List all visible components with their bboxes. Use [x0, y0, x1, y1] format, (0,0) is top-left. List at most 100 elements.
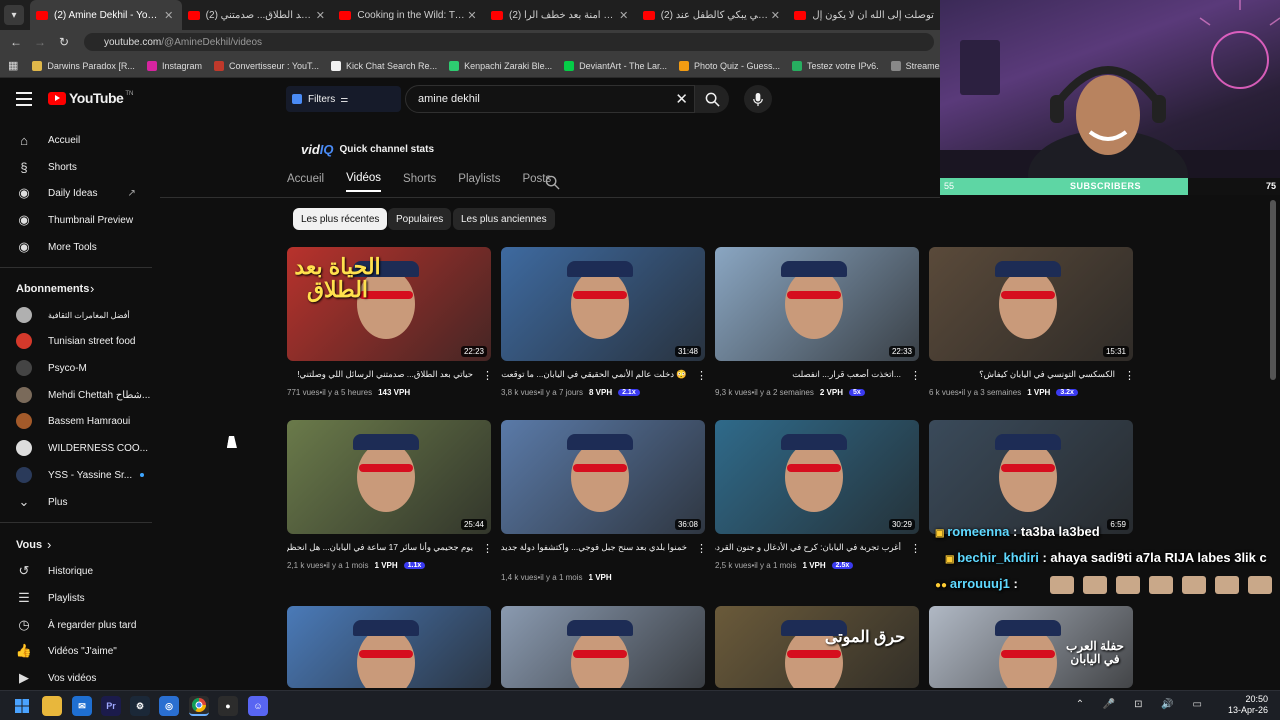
more-vert-icon[interactable]: ⋮	[482, 371, 493, 382]
close-tab-icon[interactable]: ✕	[465, 9, 479, 22]
sidebar-subscription[interactable]: WILDERNESS COO...	[16, 440, 148, 456]
tab-playlists[interactable]: Playlists	[458, 173, 500, 191]
sidebar-item-playlists[interactable]: ☰ Playlists	[16, 590, 85, 606]
bookmark-item[interactable]: Kick Chat Search Re...	[331, 60, 437, 71]
forward-icon[interactable]: →	[28, 35, 52, 49]
video-thumbnail[interactable]: 30:29	[715, 420, 919, 534]
close-tab-icon[interactable]: ✕	[768, 9, 782, 22]
browser-tab[interactable]: Cooking in the Wild: Traditiona✕	[333, 0, 485, 30]
more-vert-icon[interactable]: ⋮	[1124, 371, 1135, 382]
video-thumbnail[interactable]: 25:44	[287, 420, 491, 534]
bookmark-item[interactable]: Convertisseur : YouT...	[213, 60, 319, 71]
chrome-icon[interactable]	[189, 696, 209, 716]
apps-icon[interactable]: ▦	[8, 59, 18, 72]
search-input[interactable]: amine dekhil ✕	[405, 85, 695, 113]
sidebar-subscription[interactable]: Mehdi Chettah شطاح...	[16, 387, 150, 403]
sidebar-subscription[interactable]: Psyco-M	[16, 360, 87, 376]
bookmark-item[interactable]: Photo Quiz - Guess...	[679, 60, 780, 71]
bookmark-item[interactable]: Testez votre IPv6.	[792, 60, 879, 71]
sidebar-item-thumbnail-preview[interactable]: ◉ Thumbnail Preview	[16, 212, 133, 228]
video-title[interactable]: 😳 دخلت عالم الأنمي الحقيقي في اليابان...…	[501, 369, 687, 380]
show-more-button[interactable]: ⌄ Plus	[16, 494, 68, 510]
system-tray[interactable]: ⌃ 🎤 ⊡ 🔊 ▭	[1076, 699, 1210, 710]
video-title[interactable]: يوم جحيمي وأنا سائر 17 ساعة في اليابان..…	[287, 542, 473, 553]
sidebar-item-history[interactable]: ↺ Historique	[16, 563, 93, 579]
tab-search-icon[interactable]: ▾	[4, 5, 24, 25]
menu-icon[interactable]	[16, 92, 32, 106]
bookmark-item[interactable]: Instagram	[146, 60, 202, 71]
steam-icon[interactable]: ⚙	[130, 696, 150, 716]
clear-icon[interactable]: ✕	[675, 90, 688, 108]
voice-search-button[interactable]	[744, 85, 772, 113]
more-vert-icon[interactable]: ⋮	[696, 544, 707, 555]
channel-search-icon[interactable]	[545, 175, 560, 190]
video-meta: 1,4 k vues • il y a 1 mois 1 VPH	[501, 573, 612, 582]
video-thumbnail[interactable]: 31:48	[501, 247, 705, 361]
discord-icon[interactable]: ☺	[248, 696, 268, 716]
more-vert-icon[interactable]: ⋮	[910, 371, 921, 382]
search-button[interactable]	[695, 85, 729, 113]
page-scrollbar[interactable]	[1270, 200, 1276, 380]
tab-accueil[interactable]: Accueil	[287, 173, 324, 191]
sidebar-subscription[interactable]: Tunisian street food	[16, 333, 135, 349]
close-tab-icon[interactable]: ✕	[617, 9, 631, 22]
video-title[interactable]: ...اتخذت أصعب قرار... انفصلت	[715, 369, 901, 380]
tab-vidos[interactable]: Vidéos	[346, 172, 382, 192]
browser-tab[interactable]: (2) Amine Dekhil - YouTube✕	[30, 0, 182, 30]
more-vert-icon[interactable]: ⋮	[482, 544, 493, 555]
thumbnail-text: حرق الموتى	[824, 629, 906, 646]
browser-tab[interactable]: توصلت إلى الله أن لا يكون إل	[788, 0, 940, 30]
tab-shorts[interactable]: Shorts	[403, 173, 436, 191]
video-title[interactable]: أغرب تجربة في اليابان: كرح في الأدغال و …	[715, 542, 901, 553]
vidiq-filters-button[interactable]: Filters ⚌	[286, 86, 401, 112]
sidebar-subscription[interactable]: YSS - Yassine Sr...	[16, 467, 145, 483]
sidebar-subscription[interactable]: أفضل المغامرات الثقافية	[16, 307, 130, 323]
sidebar-item-daily-ideas[interactable]: ◉ Daily Ideas ↗	[16, 185, 136, 201]
chip-latest[interactable]: Les plus récentes	[293, 208, 388, 230]
close-tab-icon[interactable]: ✕	[162, 9, 176, 22]
video-thumbnail[interactable]: 6:59	[929, 420, 1133, 534]
start-icon[interactable]	[12, 696, 32, 716]
video-title[interactable]: حياتي بعد الطلاق... صدمتني الرسائل اللي …	[287, 369, 473, 380]
obs-icon[interactable]: ●	[218, 696, 238, 716]
video-thumbnail[interactable]	[287, 606, 491, 688]
file-explorer-icon[interactable]	[42, 696, 62, 716]
you-heading[interactable]: Vous	[16, 539, 42, 551]
sidebar-item-clock[interactable]: ◷ À regarder plus tard	[16, 617, 136, 633]
browser-tab[interactable]: (2) حياتي بعد الطلاق... صدمتني✕	[182, 0, 334, 30]
vidiq-quick-stats[interactable]: vidIQ Quick channel stats	[301, 142, 434, 157]
more-vert-icon[interactable]: ⋮	[696, 371, 707, 382]
browser-tab[interactable]: (2) هل فنزويلا آمنة بعد خطف الرا✕	[485, 0, 637, 30]
address-bar[interactable]: youtube.com/@AmineDekhil/videos	[84, 33, 934, 51]
sidebar-item-video[interactable]: ▶ Vos vidéos	[16, 670, 96, 686]
more-vert-icon[interactable]: ⋮	[910, 544, 921, 555]
video-thumbnail[interactable]	[501, 606, 705, 688]
chip-oldest[interactable]: Les plus anciennes	[453, 208, 555, 230]
sidebar-subscription[interactable]: Bassem Hamraoui	[16, 413, 130, 429]
back-icon[interactable]: ←	[4, 35, 28, 49]
video-title[interactable]: الكسكسي التونسي في اليابان كيفاش؟	[929, 369, 1115, 380]
bookmark-item[interactable]: Kenpachi Zaraki Ble...	[449, 60, 552, 71]
chip-popular[interactable]: Populaires	[388, 208, 452, 230]
bookmark-item[interactable]: DeviantArt - The Lar...	[564, 60, 667, 71]
sidebar-item-more-tools[interactable]: ◉ More Tools	[16, 239, 96, 255]
app-icon[interactable]: ◎	[159, 696, 179, 716]
close-tab-icon[interactable]: ✕	[313, 9, 327, 22]
sidebar-item-shorts[interactable]: § Shorts	[16, 159, 77, 175]
sidebar-item-accueil[interactable]: ⌂ Accueil	[16, 132, 80, 148]
bookmark-item[interactable]: Darwins Paradox [R...	[32, 60, 135, 71]
reload-icon[interactable]: ↻	[52, 35, 76, 49]
taskbar-clock[interactable]: 20:50 13-Apr-26	[1228, 694, 1268, 716]
premiere-icon[interactable]: Pr	[101, 696, 121, 716]
browser-tab[interactable]: (2) رجل أمريكي يبكي كالطفل عند✕	[637, 0, 789, 30]
mail-icon[interactable]: ✉	[72, 696, 92, 716]
youtube-logo[interactable]: YouTube TN	[48, 90, 133, 106]
video-thumbnail[interactable]: 15:31	[929, 247, 1133, 361]
video-thumbnail[interactable]: 22:33	[715, 247, 919, 361]
video-thumbnail[interactable]	[715, 606, 919, 688]
video-thumbnail[interactable]: 36:08	[501, 420, 705, 534]
bookmark-item[interactable]: StreamerStats - SMF...	[890, 60, 940, 71]
video-title[interactable]: خمنوا بلدي بعد سنح جبل فوجي... واكتشفوا …	[501, 542, 687, 553]
sidebar-item-thumb-up[interactable]: 👍 Vidéos "J'aime"	[16, 643, 117, 659]
subscriptions-heading[interactable]: Abonnements	[16, 283, 89, 295]
